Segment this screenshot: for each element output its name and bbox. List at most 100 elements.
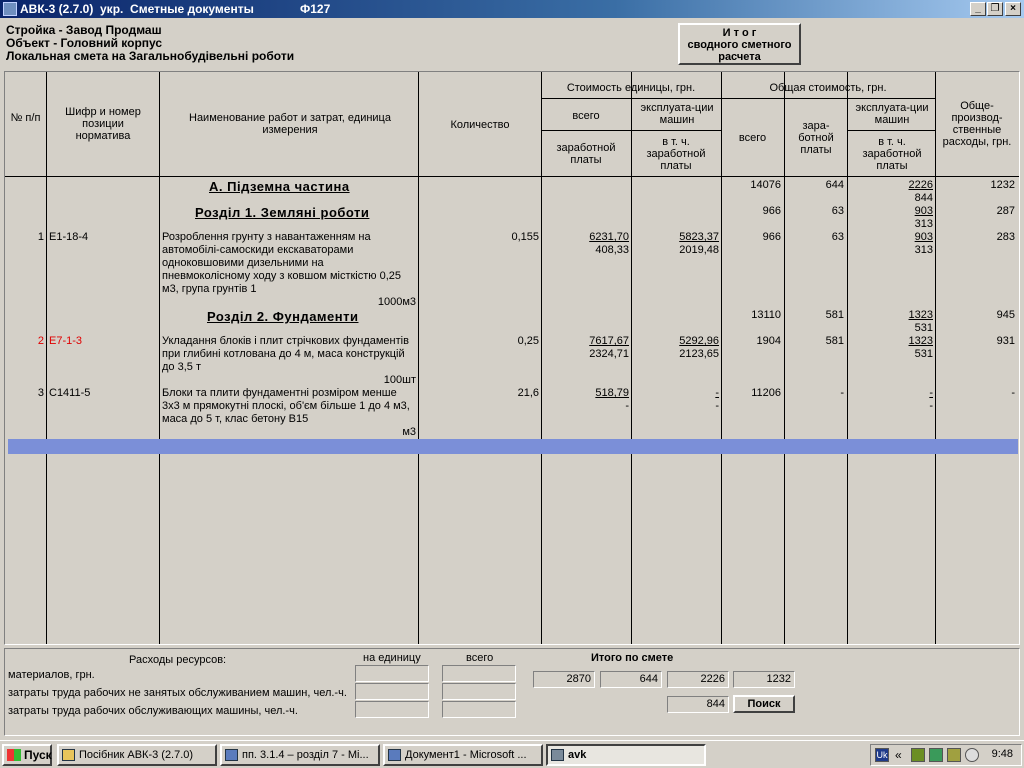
network-icon[interactable] (911, 748, 925, 762)
security-icon[interactable] (929, 748, 943, 762)
avk-app-icon (551, 749, 564, 761)
minimize-icon[interactable]: _ (970, 2, 986, 16)
row-unit-machines: 5823,37 (679, 231, 719, 243)
resources-title: Расходы ресурсов: (129, 654, 227, 666)
row-qty: 0,25 (517, 335, 539, 347)
total-incl-salary-header: в т. ч. заработной платы (862, 136, 922, 172)
tray-expand-icon[interactable]: « (895, 748, 902, 762)
cell-salary: 581 (825, 309, 844, 321)
row-unit-salary: 2324,71 (589, 348, 629, 360)
itogo-salary-field: 644 (600, 671, 662, 688)
labor2-per-unit-field (355, 701, 429, 718)
grid-line (159, 72, 160, 644)
row-unit-machines: - (715, 387, 719, 399)
itogo-label: Итого по смете (591, 652, 674, 664)
task-avk-manual[interactable]: Посібник АВК-3 (2.7.0) (57, 744, 217, 766)
windows-flag-icon (7, 749, 21, 761)
row-total-machines: 1323 (908, 335, 933, 347)
row-total-machines-salary: 313 (914, 244, 933, 256)
row-name-line: автомобілі-самоскиди екскаваторами (162, 244, 354, 256)
summary-button-line1: И т о г (722, 27, 757, 39)
task-word-doc1[interactable]: пп. 3.1.4 – розділ 7 - Mi... (220, 744, 380, 766)
row-unit: м3 (402, 426, 416, 438)
close-icon[interactable]: × (1005, 2, 1021, 16)
estimate-grid[interactable]: № п/п Шифр и номер позиции норматива Наи… (4, 71, 1020, 645)
task-label: Посібник АВК-3 (2.7.0) (79, 749, 194, 761)
row-name-line: маса до 5 т, клас бетону В15 (162, 413, 309, 425)
row-unit-machines-salary: 2019,48 (679, 244, 719, 256)
start-button[interactable]: Пуск (2, 744, 52, 766)
taskbar: Пуск Посібник АВК-3 (2.7.0) пп. 3.1.4 – … (0, 740, 1024, 768)
itogo-machines-salary-field: 844 (667, 696, 729, 713)
cell-machines: 1323 (908, 309, 933, 321)
row-total-all: 966 (762, 231, 781, 243)
row-cipher: Е7-1-3 (49, 335, 83, 347)
row-unit-machines-salary: 2123,65 (679, 348, 719, 360)
cell-overhead: 945 (996, 309, 1015, 321)
resources-panel: Расходы ресурсов: на единицу всего Итого… (4, 648, 1020, 736)
labor-machine-label: затраты труда рабочих обслуживающих маши… (8, 705, 298, 717)
grid-line (418, 72, 419, 644)
grid-line (935, 72, 936, 644)
total-salary-header: зара-ботной платы (798, 120, 834, 156)
system-tray: Uk « 9:48 (870, 744, 1022, 766)
row-unit-machines-salary: - (715, 400, 719, 412)
estimate-info: Стройка - Завод Продмаш Объект - Головни… (6, 24, 294, 63)
row-unit: 100шт (383, 374, 416, 386)
printer-icon[interactable] (947, 748, 961, 762)
summary-estimate-button[interactable]: И т о г сводного сметного расчета (678, 23, 801, 65)
selected-empty-row[interactable] (8, 439, 1018, 454)
row-name-line: до 3,5 т (162, 361, 201, 373)
row-unit-salary: 408,33 (595, 244, 629, 256)
cell-overhead: 1232 (990, 179, 1015, 191)
clock-icon[interactable] (965, 748, 979, 762)
grid-line (847, 72, 848, 644)
materials-total-field (442, 665, 516, 682)
cell-machines-salary: 844 (914, 192, 933, 204)
col-overhead-header: Обще-производ-ственные расходы, грн. (942, 100, 1012, 148)
grid-line (46, 72, 47, 644)
row-total-machines: 903 (914, 231, 933, 243)
labor-non-machine-label: затраты труда рабочих не занятых обслужи… (8, 687, 347, 699)
header-bottom-line (5, 176, 1019, 177)
row-overhead: 283 (996, 231, 1015, 243)
search-button[interactable]: Поиск (733, 695, 795, 713)
cell-machines: 903 (914, 205, 933, 217)
title-bar: АВК-3 (2.7.0) укр. Сметные документы Ф12… (0, 0, 1024, 18)
task-word-doc2[interactable]: Документ1 - Microsoft ... (383, 744, 543, 766)
row-name-line: при глибині котлована до 4 м, маса конст… (162, 348, 405, 360)
taskbar-clock[interactable]: 9:48 (992, 748, 1013, 760)
row-cipher: С1411-5 (49, 387, 91, 399)
row-overhead: - (1011, 387, 1015, 399)
grid-line (541, 72, 542, 644)
row-num: 2 (37, 335, 44, 347)
row-unit: 1000м3 (377, 296, 416, 308)
section-title: А. Підземна частина (209, 179, 350, 194)
row-name-line: пневмоколісному ходу з ковшом місткістю … (162, 270, 401, 282)
row-total-machines-salary: 531 (914, 348, 933, 360)
row-total-salary: 581 (825, 335, 844, 347)
task-label: avk (568, 749, 587, 761)
labor2-total-field (442, 701, 516, 718)
row-total-all: 11206 (751, 387, 781, 399)
total-machines-header: эксплуата-ции машин (855, 102, 929, 126)
col-total-cost-header: Общая стоимость, грн. (769, 82, 887, 94)
cell-machines-salary: 313 (914, 218, 933, 230)
row-cipher: Е1-18-4 (49, 231, 89, 243)
cell-overhead: 287 (996, 205, 1015, 217)
grid-line (721, 72, 722, 644)
row-total-machines-salary: - (929, 400, 933, 412)
row-unit-salary: - (625, 400, 629, 412)
row-num: 1 (37, 231, 44, 243)
col-qty-header: Количество (450, 119, 510, 131)
labor1-total-field (442, 683, 516, 700)
summary-button-line2: сводного сметного (687, 39, 792, 51)
task-avk[interactable]: avk (546, 744, 706, 766)
word-icon (225, 749, 238, 761)
cell-salary: 644 (825, 179, 844, 191)
language-indicator[interactable]: Uk (875, 748, 889, 762)
cell-total: 14076 (750, 179, 781, 191)
form-code: Ф127 (300, 2, 331, 16)
restore-icon[interactable]: ❐ (987, 2, 1003, 16)
grid-line (631, 72, 632, 644)
